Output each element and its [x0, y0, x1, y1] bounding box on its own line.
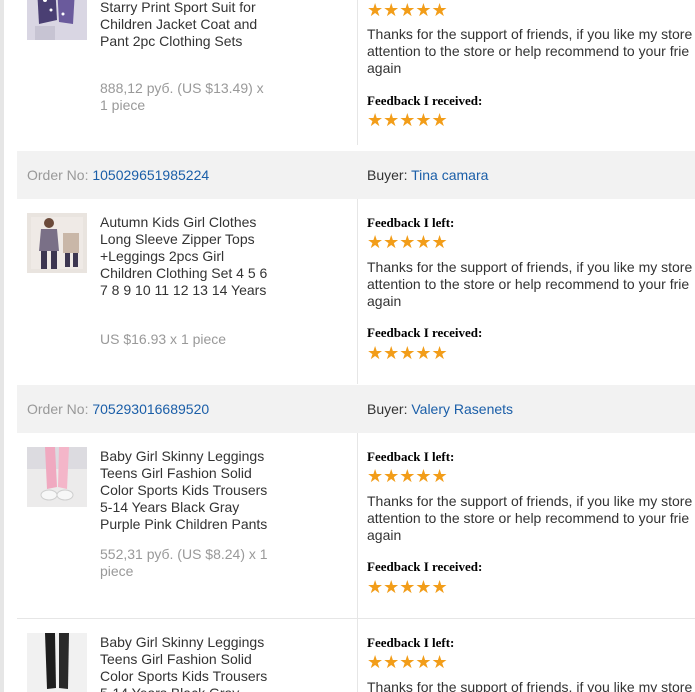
buyer-link[interactable]: Tina camara	[411, 167, 488, 183]
feedback-left-label: Feedback I left:	[367, 635, 455, 650]
feedback-received-label: Feedback I received:	[367, 93, 483, 108]
order-number-label: Order No:	[27, 167, 89, 183]
column-divider	[357, 199, 358, 384]
feedback-left-text: Thanks for the support of friends, if yo…	[367, 679, 693, 692]
feedback-left-stars: ★★★★★	[367, 652, 448, 672]
order-number-label: Order No:	[27, 401, 89, 417]
feedback-left-label: Feedback I left:	[367, 449, 455, 464]
product-price: US $16.93 x 1 piece	[100, 331, 227, 347]
feedback-received-label: Feedback I received:	[367, 559, 483, 574]
product-title[interactable]: Baby Girl Skinny Leggings Teens Girl Fas…	[100, 634, 275, 692]
feedback-left-stars: ★★★★★	[367, 0, 448, 20]
product-price: 552,31 руб. (US $8.24) x 1 piece	[100, 546, 268, 579]
buyer: Buyer: Valery Rasenets	[367, 385, 513, 433]
order-header: Order No: 705293016689520 Buyer: Valery …	[17, 385, 695, 433]
feedback-left-text: Thanks for the support of friends, if yo…	[367, 26, 693, 76]
feedback-left-text: Thanks for the support of friends, if yo…	[367, 259, 693, 309]
order-number: Order No: 705293016689520	[27, 385, 209, 433]
order-number-link[interactable]: 705293016689520	[92, 401, 209, 417]
order-row: Autumn Kids Girl Clothes Long Sleeve Zip…	[17, 199, 695, 384]
order-row: Clothes Set Blue Purple Starry Print Spo…	[17, 0, 695, 145]
product-title[interactable]: Clothes Set Blue Purple Starry Print Spo…	[100, 0, 275, 50]
product-thumbnail[interactable]	[27, 213, 87, 273]
order-row: Baby Girl Skinny Leggings Teens Girl Fas…	[17, 433, 695, 618]
feedback-left-stars: ★★★★★	[367, 466, 448, 486]
feedback-received-stars: ★★★★★	[367, 343, 448, 363]
product-price: 888,12 руб. (US $13.49) x 1 piece	[100, 80, 264, 113]
product-title[interactable]: Autumn Kids Girl Clothes Long Sleeve Zip…	[100, 214, 275, 299]
column-divider	[357, 433, 358, 618]
column-divider	[357, 619, 358, 692]
product-thumbnail[interactable]	[27, 633, 87, 692]
buyer-label: Buyer:	[367, 401, 408, 417]
page-left-border	[0, 0, 4, 692]
column-divider	[357, 0, 358, 145]
order-number: Order No: 105029651985224	[27, 151, 209, 199]
order-number-link[interactable]: 105029651985224	[92, 167, 209, 183]
product-thumbnail[interactable]	[27, 447, 87, 507]
buyer-link[interactable]: Valery Rasenets	[411, 401, 513, 417]
product-title[interactable]: Baby Girl Skinny Leggings Teens Girl Fas…	[100, 448, 275, 533]
feedback-received-stars: ★★★★★	[367, 110, 448, 130]
feedback-left-text: Thanks for the support of friends, if yo…	[367, 493, 693, 543]
order-header: Order No: 105029651985224 Buyer: Tina ca…	[17, 151, 695, 199]
product-thumbnail[interactable]	[27, 0, 87, 40]
order-row: Baby Girl Skinny Leggings Teens Girl Fas…	[17, 619, 695, 692]
feedback-received-label: Feedback I received:	[367, 325, 483, 340]
feedback-left-stars: ★★★★★	[367, 232, 448, 252]
feedback-received-stars: ★★★★★	[367, 577, 448, 597]
buyer: Buyer: Tina camara	[367, 151, 488, 199]
feedback-left-label: Feedback I left:	[367, 215, 455, 230]
buyer-label: Buyer:	[367, 167, 408, 183]
